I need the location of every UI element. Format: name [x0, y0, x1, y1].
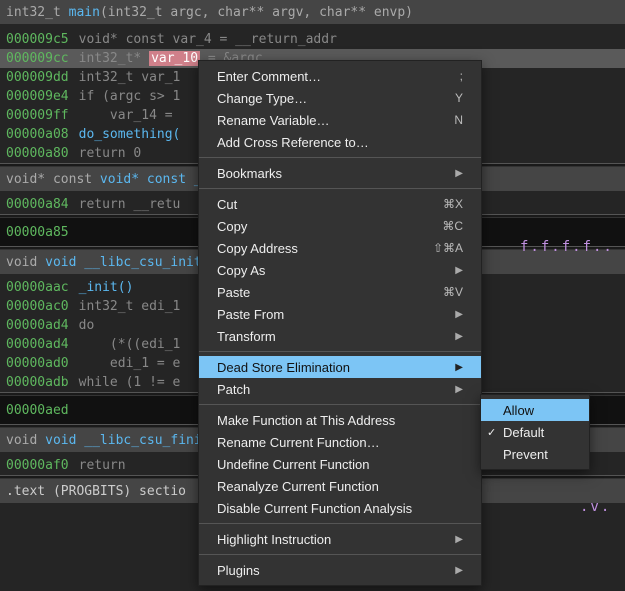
chevron-right-icon: ▶ — [455, 309, 463, 320]
chevron-right-icon: ▶ — [455, 384, 463, 395]
menu-highlight-instruction[interactable]: Highlight Instruction▶ — [199, 528, 481, 550]
chevron-right-icon: ▶ — [455, 362, 463, 373]
menu-disable-analysis[interactable]: Disable Current Function Analysis — [199, 497, 481, 519]
chevron-right-icon: ▶ — [455, 534, 463, 545]
menu-separator — [199, 188, 481, 189]
menu-paste[interactable]: Paste⌘V — [199, 281, 481, 303]
menu-bookmarks[interactable]: Bookmarks▶ — [199, 162, 481, 184]
hex-dump: f.f.f.f.. — [520, 239, 614, 255]
menu-separator — [199, 523, 481, 524]
function-signature: int32_t main(int32_t argc, char** argv, … — [0, 0, 625, 24]
menu-copy-address[interactable]: Copy Address⇧⌘A — [199, 237, 481, 259]
submenu-default[interactable]: Default — [481, 421, 589, 443]
menu-paste-from[interactable]: Paste From▶ — [199, 303, 481, 325]
submenu-allow[interactable]: Allow — [481, 399, 589, 421]
chevron-right-icon: ▶ — [455, 168, 463, 179]
menu-add-xref[interactable]: Add Cross Reference to… — [199, 131, 481, 153]
menu-enter-comment[interactable]: Enter Comment…; — [199, 65, 481, 87]
menu-dead-store-elimination[interactable]: Dead Store Elimination▶ — [199, 356, 481, 378]
menu-copy[interactable]: Copy⌘C — [199, 215, 481, 237]
menu-separator — [199, 351, 481, 352]
chevron-right-icon: ▶ — [455, 565, 463, 576]
menu-undefine-function[interactable]: Undefine Current Function — [199, 453, 481, 475]
menu-rename-function[interactable]: Rename Current Function… — [199, 431, 481, 453]
menu-plugins[interactable]: Plugins▶ — [199, 559, 481, 581]
context-menu: Enter Comment…; Change Type…Y Rename Var… — [198, 60, 482, 586]
menu-transform[interactable]: Transform▶ — [199, 325, 481, 347]
hex-dump: .v. — [580, 499, 611, 515]
menu-separator — [199, 554, 481, 555]
submenu-dse: Allow Default Prevent — [480, 394, 590, 470]
code-line[interactable]: 000009c5void* const var_4 = __return_add… — [0, 30, 625, 49]
menu-separator — [199, 404, 481, 405]
menu-rename-variable[interactable]: Rename Variable…N — [199, 109, 481, 131]
menu-cut[interactable]: Cut⌘X — [199, 193, 481, 215]
menu-make-function[interactable]: Make Function at This Address — [199, 409, 481, 431]
menu-change-type[interactable]: Change Type…Y — [199, 87, 481, 109]
menu-patch[interactable]: Patch▶ — [199, 378, 481, 400]
menu-reanalyze-function[interactable]: Reanalyze Current Function — [199, 475, 481, 497]
submenu-prevent[interactable]: Prevent — [481, 443, 589, 465]
menu-separator — [199, 157, 481, 158]
menu-copy-as[interactable]: Copy As▶ — [199, 259, 481, 281]
chevron-right-icon: ▶ — [455, 331, 463, 342]
chevron-right-icon: ▶ — [455, 265, 463, 276]
